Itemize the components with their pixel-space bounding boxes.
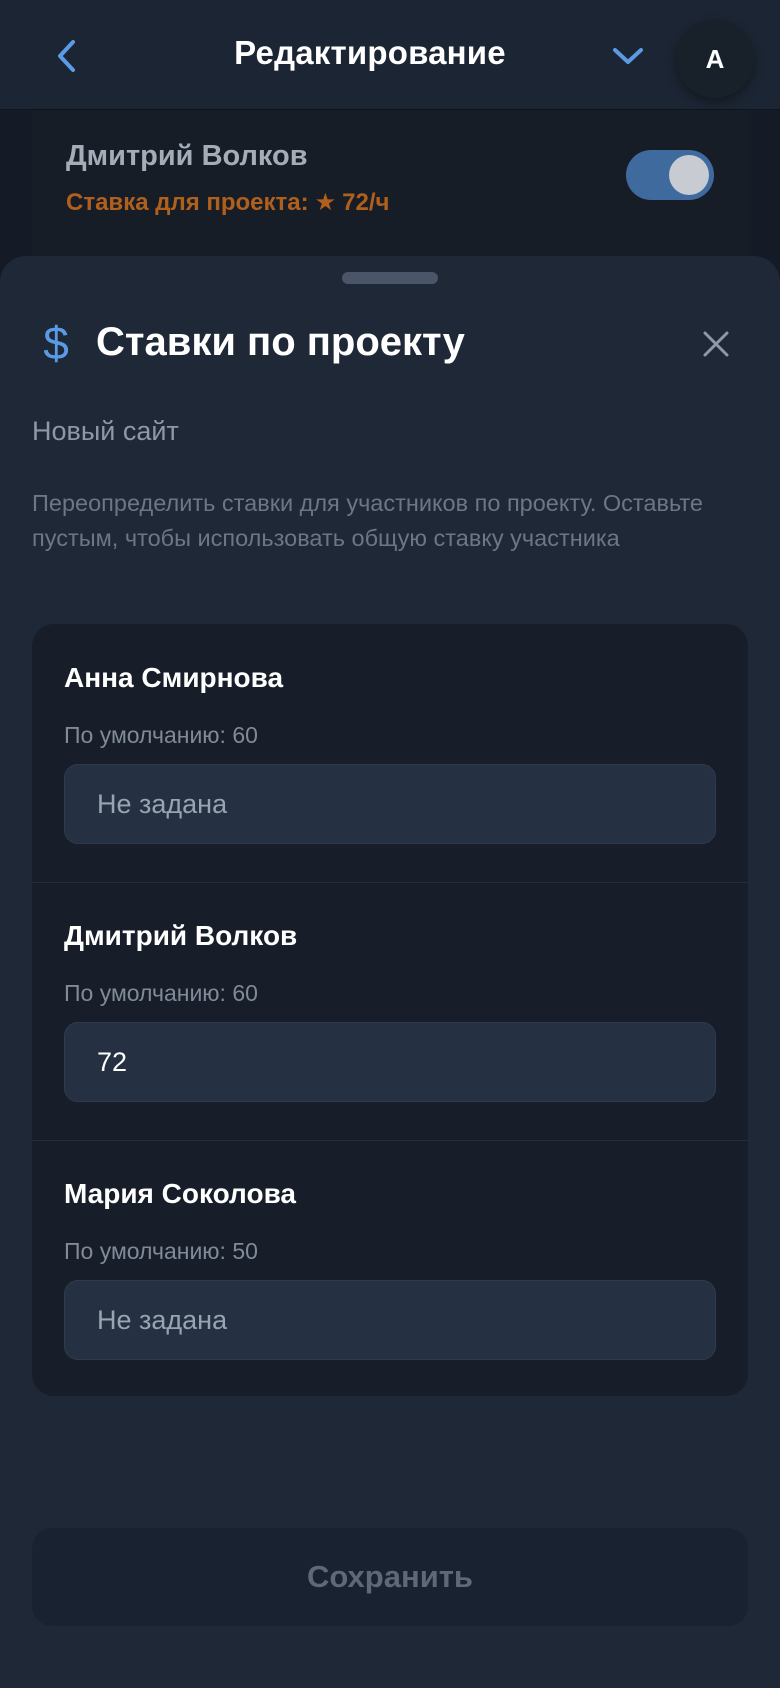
sheet-title: Ставки по проекту bbox=[96, 320, 465, 364]
project-rates-sheet: $ Ставки по проекту Новый сайт Переопред… bbox=[0, 256, 780, 1688]
rate-input[interactable] bbox=[64, 764, 716, 844]
toggle-knob bbox=[669, 155, 709, 195]
close-button[interactable] bbox=[694, 322, 738, 366]
member-name: Мария Соколова bbox=[64, 1178, 296, 1209]
member-default-rate: По умолчанию: 50 bbox=[64, 1238, 258, 1264]
member-toggle[interactable] bbox=[626, 150, 714, 200]
members-rate-list: Анна Смирнова По умолчанию: 60 Дмитрий В… bbox=[32, 624, 748, 1396]
avatar[interactable]: A bbox=[676, 20, 754, 98]
background-member-row: Дмитрий Волков Ставка для проекта: ★ 72/… bbox=[32, 110, 748, 270]
background-member-rate: Ставка для проекта: ★ 72/ч bbox=[66, 188, 389, 217]
dollar-icon: $ bbox=[43, 317, 69, 369]
member-rate-item: Анна Смирнова По умолчанию: 60 bbox=[32, 624, 748, 882]
divider bbox=[32, 1140, 748, 1141]
screen: Редактирование A Дмитрий Волков Ставка д… bbox=[0, 0, 780, 1688]
rate-value: 72/ч bbox=[342, 188, 390, 216]
sheet-description: Переопределить ставки для участников по … bbox=[32, 490, 703, 551]
chevron-left-icon bbox=[58, 40, 75, 72]
member-default-rate: По умолчанию: 60 bbox=[64, 980, 258, 1006]
background-member-name: Дмитрий Волков bbox=[66, 140, 308, 172]
chevron-down-icon bbox=[613, 48, 643, 64]
project-name: Новый сайт bbox=[32, 416, 179, 446]
member-name: Анна Смирнова bbox=[64, 662, 284, 693]
save-button[interactable]: Сохранить bbox=[32, 1528, 748, 1626]
divider bbox=[32, 882, 748, 883]
rate-label: Ставка для проекта: bbox=[66, 188, 309, 216]
member-name: Дмитрий Волков bbox=[64, 920, 298, 951]
star-icon: ★ bbox=[314, 189, 337, 216]
rate-input[interactable] bbox=[64, 1022, 716, 1102]
member-rate-item: Дмитрий Волков По умолчанию: 60 bbox=[32, 882, 748, 1140]
expand-button[interactable] bbox=[606, 36, 650, 76]
member-default-rate: По умолчанию: 60 bbox=[64, 722, 258, 748]
rate-input[interactable] bbox=[64, 1280, 716, 1360]
sheet-grabber[interactable] bbox=[342, 272, 438, 284]
close-icon bbox=[703, 331, 729, 357]
page-title: Редактирование bbox=[234, 34, 506, 71]
top-navigation-bar: Редактирование A bbox=[0, 0, 780, 110]
member-rate-item: Мария Соколова По умолчанию: 50 bbox=[32, 1140, 748, 1396]
back-button[interactable] bbox=[44, 30, 88, 82]
